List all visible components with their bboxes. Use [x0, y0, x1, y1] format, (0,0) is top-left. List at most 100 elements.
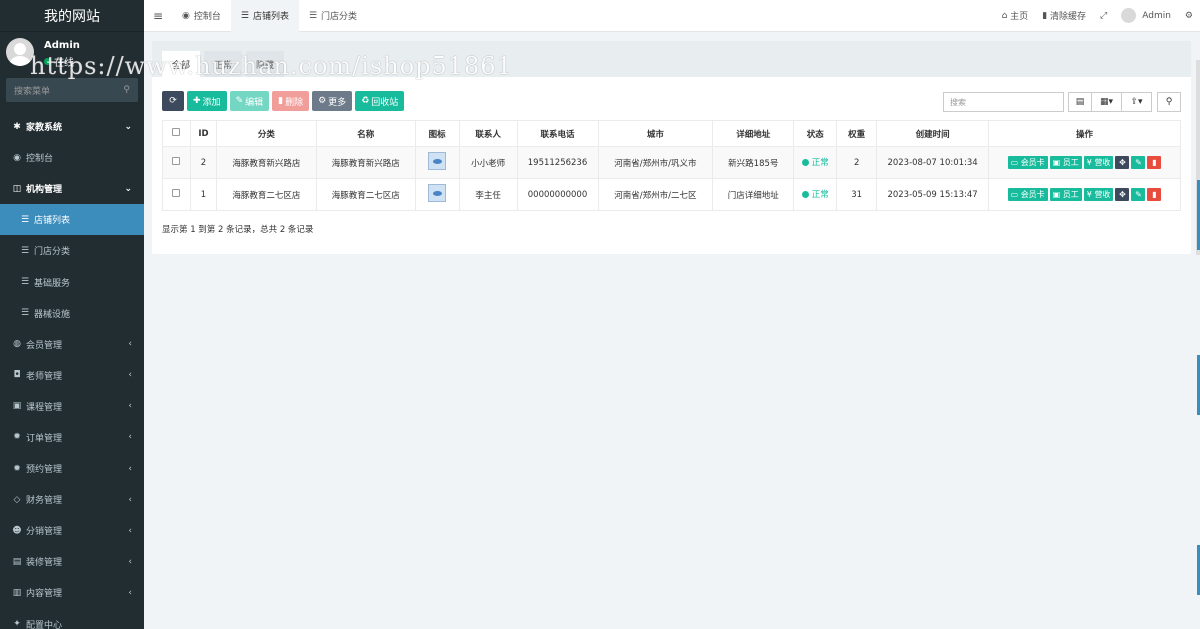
table-search-input[interactable]: 搜索	[943, 92, 1064, 112]
col-header[interactable]: 联系人	[458, 120, 518, 147]
row-select-cell[interactable]	[162, 178, 191, 211]
drag-move-icon[interactable]: ✥	[1115, 156, 1130, 169]
chevron-icon: ‹	[128, 587, 132, 598]
advanced-search-icon[interactable]: ⚲	[1157, 92, 1181, 112]
table-row[interactable]: 2 海豚教育新兴路店 海豚教育新兴路店 小小老师 19511256236 河南省…	[162, 146, 1181, 179]
sidebar-item-6[interactable]: ☰ 器械设施	[0, 298, 144, 329]
status-badge[interactable]: 正常	[801, 156, 829, 168]
sidebar-item-15[interactable]: ▥ 内容管理 ‹	[0, 577, 144, 608]
clear-cache-button[interactable]: ▮ 清除缓存	[1035, 9, 1093, 23]
col-header[interactable]: 详细地址	[712, 120, 795, 147]
row-checkbox[interactable]	[172, 157, 181, 165]
col-header[interactable]: 分类	[215, 120, 317, 147]
plus-icon: ✚	[193, 96, 201, 106]
menu-item-icon: ✦	[13, 619, 21, 629]
chevron-icon: ‹	[128, 494, 132, 505]
table-toolbar: ⟳ ✚ 添加 ✎ 编辑 ▮ 删除 ⚙ 更多 ♻ 回收站	[162, 91, 407, 111]
settings-gear-icon[interactable]: ⚙	[1178, 11, 1200, 21]
status-text: 正常	[811, 190, 829, 201]
staff-button[interactable]: ▣ 员工	[1049, 156, 1082, 169]
col-header[interactable]: 联系电话	[516, 120, 599, 147]
cell-ops: ▭ 会员卡 ▣ 员工 ¥ 营收 ✥ ✎ ▮	[988, 178, 1181, 211]
tab-dashboard[interactable]: ◉ 控制台	[172, 0, 231, 32]
cell-weight: 31	[836, 178, 878, 211]
cell-city: 河南省/郑州市/巩义市	[597, 146, 714, 179]
select-all-checkbox[interactable]	[172, 128, 181, 136]
sidebar-item-0[interactable]: ✱ 家教系统 ⌄	[0, 111, 144, 142]
tab-normal[interactable]: 正常	[204, 51, 243, 77]
export-dropdown-icon[interactable]: ⇪▾	[1122, 92, 1152, 112]
row-select-cell[interactable]	[162, 146, 191, 179]
sidebar-item-2[interactable]: ◫ 机构管理 ⌄	[0, 173, 144, 204]
refresh-button[interactable]: ⟳	[162, 91, 184, 111]
sidebar-item-7[interactable]: ◍ 会员管理 ‹	[0, 329, 144, 360]
edit-label: 编辑	[245, 97, 264, 108]
delete-label: 删除	[285, 97, 304, 108]
table-row[interactable]: 1 海豚教育二七区店 海豚教育二七区店 李主任 00000000000 河南省/…	[162, 178, 1181, 211]
sidebar-item-1[interactable]: ◉ 控制台	[0, 142, 144, 173]
member-card-button[interactable]: ▭ 会员卡	[1007, 156, 1048, 169]
sidebar-item-12[interactable]: ◇ 财务管理 ‹	[0, 484, 144, 515]
edit-button[interactable]: ✎ 编辑	[229, 91, 270, 111]
add-button[interactable]: ✚ 添加	[187, 91, 227, 111]
sidebar-item-8[interactable]: ◘ 老师管理 ‹	[0, 360, 144, 391]
cell-contact: 小小老师	[458, 146, 518, 179]
site-logo[interactable]: 我的网站	[0, 0, 144, 32]
select-all-header[interactable]	[162, 120, 191, 147]
chevron-icon: ‹	[128, 370, 132, 381]
refresh-icon: ⟳	[169, 96, 177, 106]
fullscreen-icon[interactable]: ⤢	[1093, 11, 1114, 21]
sidebar-item-10[interactable]: ✹ 订单管理 ‹	[0, 422, 144, 453]
delete-trash-icon[interactable]: ▮	[1147, 188, 1162, 201]
revenue-button[interactable]: ¥ 营收	[1083, 188, 1114, 201]
revenue-button[interactable]: ¥ 营收	[1083, 156, 1114, 169]
menu-item-icon: ☰	[20, 277, 30, 288]
sidebar-item-16[interactable]: ✦ 配置中心	[0, 609, 144, 629]
sidebar-item-5[interactable]: ☰ 基础服务	[0, 266, 144, 297]
menu-item-icon: ◍	[13, 339, 21, 350]
user-panel: Admin 在线	[0, 32, 144, 72]
sidebar-item-3[interactable]: ☰ 店铺列表	[0, 204, 144, 236]
menu-search-input[interactable]: 搜索菜单 ⚲	[6, 78, 138, 102]
home-link[interactable]: ⌂ 主页	[995, 9, 1036, 23]
search-icon[interactable]: ⚲	[123, 85, 130, 95]
recycle-bin-button[interactable]: ♻ 回收站	[355, 91, 405, 111]
toggle-view-icon[interactable]: ▤	[1068, 92, 1092, 112]
delete-button[interactable]: ▮ 删除	[272, 91, 310, 111]
tab-store-category[interactable]: ☰ 门店分类	[299, 0, 367, 32]
col-header[interactable]: ID	[189, 120, 217, 147]
col-header[interactable]: 权重	[836, 120, 878, 147]
col-header[interactable]: 创建时间	[876, 120, 990, 147]
sidebar-item-4[interactable]: ☰ 门店分类	[0, 235, 144, 266]
status-badge[interactable]: 正常	[801, 188, 829, 201]
sidebar-item-13[interactable]: ☻ 分销管理 ‹	[0, 515, 144, 546]
dolphin-logo-icon[interactable]	[428, 152, 447, 170]
chevron-icon: ‹	[128, 556, 132, 567]
more-label: 更多	[328, 97, 347, 108]
more-button[interactable]: ⚙ 更多	[312, 91, 353, 111]
tab-hidden[interactable]: 隐藏	[246, 51, 285, 77]
col-header[interactable]: 名称	[315, 120, 416, 147]
col-header[interactable]: 状态	[793, 120, 838, 147]
edit-pencil-icon[interactable]: ✎	[1131, 156, 1146, 169]
staff-icon: ▣	[1052, 158, 1063, 167]
columns-dropdown-icon[interactable]: ▦▾	[1092, 92, 1122, 112]
col-header[interactable]: 城市	[597, 120, 714, 147]
drag-move-icon[interactable]: ✥	[1115, 188, 1130, 201]
row-checkbox[interactable]	[172, 189, 181, 197]
sidebar-item-14[interactable]: ▤ 装修管理 ‹	[0, 546, 144, 577]
sidebar-item-9[interactable]: ▣ 课程管理 ‹	[0, 391, 144, 422]
delete-trash-icon[interactable]: ▮	[1147, 156, 1162, 169]
edit-pencil-icon[interactable]: ✎	[1131, 188, 1146, 201]
tab-all[interactable]: 全部	[162, 51, 201, 77]
tab-store-list[interactable]: ☰ 店铺列表	[230, 0, 299, 32]
sidebar-toggle-icon[interactable]: ≡	[144, 9, 172, 23]
cell-weight: 2	[836, 146, 878, 179]
dolphin-logo-icon[interactable]	[428, 184, 447, 202]
member-card-button[interactable]: ▭ 会员卡	[1007, 188, 1048, 201]
sidebar-item-11[interactable]: ✹ 预约管理 ‹	[0, 453, 144, 484]
chevron-icon: ‹	[128, 525, 132, 536]
staff-button[interactable]: ▣ 员工	[1049, 188, 1082, 201]
user-menu[interactable]: Admin	[1114, 8, 1178, 23]
menu-item-label: 机构管理	[26, 185, 63, 196]
